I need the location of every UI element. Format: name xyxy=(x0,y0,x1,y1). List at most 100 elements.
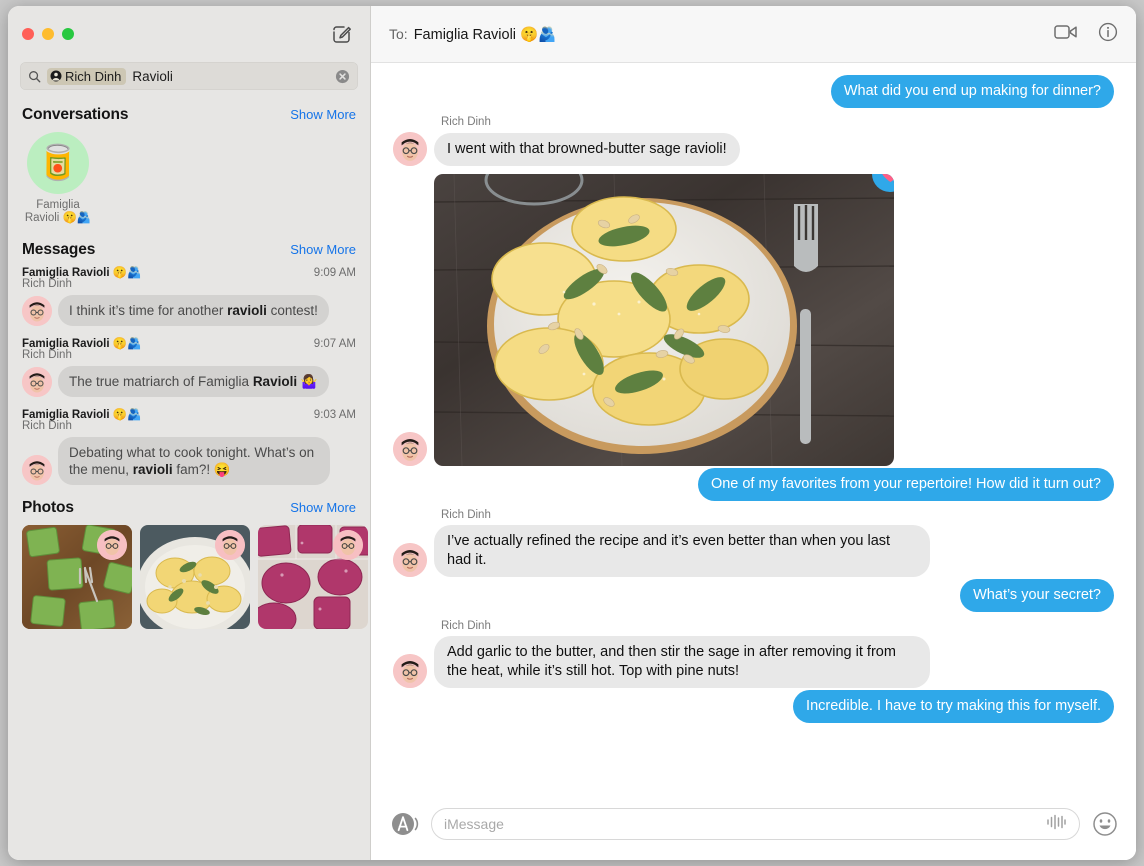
sender-avatar xyxy=(22,296,52,326)
search-match-text: ravioli xyxy=(132,462,173,477)
photo-sender-avatar xyxy=(97,530,127,560)
message-bubble-incoming[interactable]: I went with that browned-butter sage rav… xyxy=(429,133,740,166)
messages-show-more[interactable]: Show More xyxy=(290,242,356,257)
message-result-conversation: Famiglia Ravioli 🤫🫂 xyxy=(22,338,142,350)
message-row-incoming: I went with that browned-butter sage rav… xyxy=(393,132,1114,166)
search-icon xyxy=(28,70,41,83)
compose-icon[interactable] xyxy=(330,22,354,46)
message-result-time: 9:07 AM xyxy=(313,338,356,350)
search-input[interactable]: Rich Dinh Ravioli xyxy=(20,62,358,90)
message-result-preview: I think it’s time for another ravioli co… xyxy=(54,295,329,326)
search-match-text: ravioli xyxy=(227,303,267,318)
message-thread: What did you end up making for dinner? Ri… xyxy=(371,63,1136,794)
photo-sender-avatar xyxy=(333,530,363,560)
message-result-conversation: Famiglia Ravioli 🤫🫂 xyxy=(22,409,142,421)
message-result-item[interactable]: Famiglia Ravioli 🤫🫂 9:09 AM Rich Dinh I thi… xyxy=(8,263,370,334)
app-store-icon[interactable] xyxy=(389,809,419,839)
conversations-show-more[interactable]: Show More xyxy=(290,107,356,122)
photo-thumbnail[interactable] xyxy=(22,525,132,629)
audio-waveform-icon[interactable] xyxy=(1045,814,1067,835)
video-camera-icon[interactable] xyxy=(1054,23,1078,46)
message-input-placeholder: iMessage xyxy=(444,816,504,832)
message-bubble-outgoing[interactable]: Incredible. I have to try making this fo… xyxy=(793,690,1119,723)
message-bubble-outgoing[interactable]: What’s your secret? xyxy=(960,579,1119,612)
message-sender-name: Rich Dinh xyxy=(441,116,491,128)
message-row-attachment xyxy=(393,174,1114,466)
sender-avatar xyxy=(393,432,427,466)
messages-section-header: Messages Show More xyxy=(8,235,370,263)
message-bubble-incoming[interactable]: Add garlic to the butter, and then stir … xyxy=(429,636,930,688)
sender-avatar xyxy=(393,543,427,577)
sender-avatar xyxy=(393,132,427,166)
photo-sender-avatar xyxy=(215,530,245,560)
conversation-avatar: 🥫 xyxy=(27,132,89,194)
conversations-title: Conversations xyxy=(22,106,129,123)
screen: Rich Dinh Ravioli Conversations Show Mor… xyxy=(0,0,1144,866)
info-circle-icon[interactable] xyxy=(1098,22,1118,47)
message-row-outgoing: What’s your secret? xyxy=(393,579,1119,612)
message-row-incoming: Add garlic to the butter, and then stir … xyxy=(393,636,1114,688)
message-result-preview-row: The true matriarch of Famiglia Ravioli 🤷… xyxy=(22,366,356,397)
sender-avatar xyxy=(22,455,52,485)
message-result-sender: Rich Dinh xyxy=(22,420,72,432)
photo-thumbnail[interactable] xyxy=(258,525,368,629)
conversation-item[interactable]: 🥫 Famiglia Ravioli 🤫🫂 xyxy=(22,132,94,225)
message-row-outgoing: What did you end up making for dinner? xyxy=(393,75,1120,108)
message-result-time: 9:09 AM xyxy=(313,267,356,279)
photo-thumbnail[interactable] xyxy=(140,525,250,629)
message-result-preview: Debating what to cook tonight. What’s on… xyxy=(54,437,330,485)
message-result-item[interactable]: Famiglia Ravioli 🤫🫂 9:07 AM Rich Dinh The t… xyxy=(8,334,370,405)
message-bubble-incoming[interactable]: I’ve actually refined the recipe and it’… xyxy=(429,525,930,577)
window-controls xyxy=(22,28,74,40)
message-result-sender: Rich Dinh xyxy=(22,349,72,361)
image-attachment[interactable] xyxy=(434,174,894,466)
message-result-meta: Famiglia Ravioli 🤫🫂 9:09 AM xyxy=(22,265,356,279)
zoom-button[interactable] xyxy=(62,28,74,40)
photos-show-more[interactable]: Show More xyxy=(290,500,356,515)
emoji-smiley-icon[interactable] xyxy=(1092,811,1118,837)
message-result-time: 9:03 AM xyxy=(313,409,356,421)
search-container: Rich Dinh Ravioli xyxy=(8,62,370,100)
to-label: To: xyxy=(389,26,408,42)
sender-avatar xyxy=(22,367,52,397)
message-result-preview-row: Debating what to cook tonight. What’s on… xyxy=(22,437,356,485)
contact-circle-icon xyxy=(50,70,62,82)
message-result-preview: The true matriarch of Famiglia Ravioli 🤷… xyxy=(54,366,329,397)
conversation-title: Famiglia Ravioli 🤫🫂 xyxy=(413,26,557,43)
photos-title: Photos xyxy=(22,499,74,516)
message-input[interactable]: iMessage xyxy=(431,808,1080,840)
search-query-text: Ravioli xyxy=(132,68,173,84)
header-actions xyxy=(1054,22,1118,47)
photos-section-header: Photos Show More xyxy=(8,493,370,521)
message-result-sender: Rich Dinh xyxy=(22,278,72,290)
message-result-item[interactable]: Famiglia Ravioli 🤫🫂 9:03 AM Rich Dinh Debat… xyxy=(8,405,370,493)
conversation-label: Famiglia Ravioli 🤫🫂 xyxy=(24,199,92,224)
message-bubble-outgoing[interactable]: What did you end up making for dinner? xyxy=(830,75,1120,108)
message-row-incoming: I’ve actually refined the recipe and it’… xyxy=(393,525,1114,577)
photos-list xyxy=(8,521,370,639)
message-sender-name: Rich Dinh xyxy=(441,509,491,521)
messages-title: Messages xyxy=(22,241,96,258)
message-result-conversation: Famiglia Ravioli 🤫🫂 xyxy=(22,267,142,279)
message-result-preview-row: I think it’s time for another ravioli co… xyxy=(22,295,356,326)
conversation-pane: To: Famiglia Ravioli 🤫🫂 What did you end… xyxy=(371,6,1136,860)
clear-search-icon[interactable] xyxy=(335,69,350,84)
search-token-contact[interactable]: Rich Dinh xyxy=(47,67,127,85)
sidebar: Rich Dinh Ravioli Conversations Show Mor… xyxy=(8,6,371,860)
message-result-meta: Famiglia Ravioli 🤫🫂 9:03 AM xyxy=(22,407,356,421)
sender-avatar xyxy=(393,654,427,688)
search-results: Conversations Show More 🥫 Famiglia Ravio… xyxy=(8,100,370,860)
sidebar-titlebar xyxy=(8,6,370,62)
search-match-text: Ravioli xyxy=(252,374,298,389)
close-button[interactable] xyxy=(22,28,34,40)
message-bubble-outgoing[interactable]: One of my favorites from your repertoire… xyxy=(697,468,1120,501)
conversations-section-header: Conversations Show More xyxy=(8,100,370,128)
messages-window: Rich Dinh Ravioli Conversations Show Mor… xyxy=(8,6,1136,860)
ravioli-photo xyxy=(434,174,894,466)
composer: iMessage xyxy=(371,794,1136,860)
message-result-meta: Famiglia Ravioli 🤫🫂 9:07 AM xyxy=(22,336,356,350)
conversation-header: To: Famiglia Ravioli 🤫🫂 xyxy=(371,6,1136,63)
minimize-button[interactable] xyxy=(42,28,54,40)
message-row-outgoing: Incredible. I have to try making this fo… xyxy=(393,690,1119,723)
conversations-list: 🥫 Famiglia Ravioli 🤫🫂 xyxy=(8,128,370,235)
